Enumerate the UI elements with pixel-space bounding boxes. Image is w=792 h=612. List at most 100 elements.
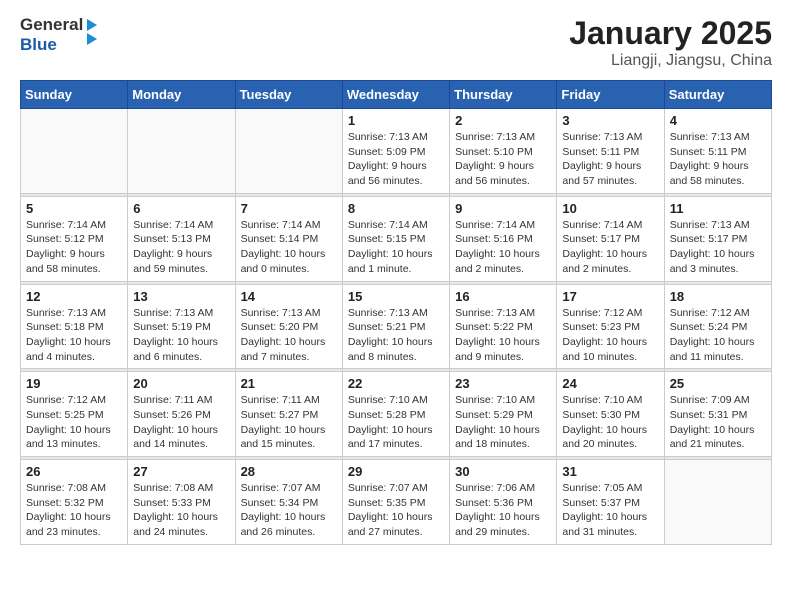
day-info: Sunrise: 7:14 AMSunset: 5:14 PMDaylight:… (241, 218, 337, 277)
table-row: 25 Sunrise: 7:09 AMSunset: 5:31 PMDayligh… (664, 372, 771, 457)
day-info: Sunrise: 7:13 AMSunset: 5:09 PMDaylight:… (348, 130, 444, 189)
day-number: 28 (241, 464, 337, 479)
day-number: 7 (241, 201, 337, 216)
day-info: Sunrise: 7:12 AMSunset: 5:23 PMDaylight:… (562, 306, 658, 365)
calendar-header-row: Sunday Monday Tuesday Wednesday Thursday… (21, 81, 772, 109)
day-number: 23 (455, 376, 551, 391)
day-info: Sunrise: 7:14 AMSunset: 5:15 PMDaylight:… (348, 218, 444, 277)
table-row: 24 Sunrise: 7:10 AMSunset: 5:30 PMDayligh… (557, 372, 664, 457)
title-section: January 2025 Liangji, Jiangsu, China (569, 15, 772, 70)
calendar-week-row: 1 Sunrise: 7:13 AMSunset: 5:09 PMDaylight… (21, 109, 772, 194)
day-number: 22 (348, 376, 444, 391)
day-number: 10 (562, 201, 658, 216)
day-number: 6 (133, 201, 229, 216)
table-row: 29 Sunrise: 7:07 AMSunset: 5:35 PMDayligh… (342, 460, 449, 545)
day-info: Sunrise: 7:11 AMSunset: 5:26 PMDaylight:… (133, 393, 229, 452)
day-info: Sunrise: 7:13 AMSunset: 5:17 PMDaylight:… (670, 218, 766, 277)
table-row (235, 109, 342, 194)
page-container: General Blue January 2025 Liangji, Jiang… (0, 0, 792, 560)
table-row: 26 Sunrise: 7:08 AMSunset: 5:32 PMDayligh… (21, 460, 128, 545)
logo-text-blue: Blue (20, 35, 57, 54)
table-row: 27 Sunrise: 7:08 AMSunset: 5:33 PMDayligh… (128, 460, 235, 545)
table-row: 3 Sunrise: 7:13 AMSunset: 5:11 PMDaylight… (557, 109, 664, 194)
day-number: 13 (133, 289, 229, 304)
day-number: 8 (348, 201, 444, 216)
table-row: 17Sunrise: 7:12 AMSunset: 5:23 PMDayligh… (557, 284, 664, 369)
table-row: 18Sunrise: 7:12 AMSunset: 5:24 PMDayligh… (664, 284, 771, 369)
table-row: 1 Sunrise: 7:13 AMSunset: 5:09 PMDaylight… (342, 109, 449, 194)
table-row: 12 Sunrise: 7:13 AMSunset: 5:18 PMDayligh… (21, 284, 128, 369)
day-info: Sunrise: 7:08 AMSunset: 5:32 PMDaylight:… (26, 481, 122, 540)
day-number: 24 (562, 376, 658, 391)
day-info: Sunrise: 7:13 AMSunset: 5:18 PMDaylight:… (26, 306, 122, 365)
day-info: Sunrise: 7:13 AMSunset: 5:20 PMDaylight:… (241, 306, 337, 365)
day-number: 12 (26, 289, 122, 304)
table-row: 14 Sunrise: 7:13 AMSunset: 5:20 PMDayligh… (235, 284, 342, 369)
table-row: 8 Sunrise: 7:14 AMSunset: 5:15 PMDaylight… (342, 196, 449, 281)
day-number: 25 (670, 376, 766, 391)
calendar-week-row: 19Sunrise: 7:12 AMSunset: 5:25 PMDayligh… (21, 372, 772, 457)
day-number: 29 (348, 464, 444, 479)
day-info: Sunrise: 7:13 AMSunset: 5:11 PMDaylight:… (562, 130, 658, 189)
day-info: Sunrise: 7:14 AMSunset: 5:12 PMDaylight:… (26, 218, 122, 277)
table-row: 5 Sunrise: 7:14 AMSunset: 5:12 PMDaylight… (21, 196, 128, 281)
table-row: 13 Sunrise: 7:13 AMSunset: 5:19 PMDayligh… (128, 284, 235, 369)
day-number: 5 (26, 201, 122, 216)
calendar-title: January 2025 (569, 15, 772, 52)
day-info: Sunrise: 7:08 AMSunset: 5:33 PMDaylight:… (133, 481, 229, 540)
table-row: 11 Sunrise: 7:13 AMSunset: 5:17 PMDayligh… (664, 196, 771, 281)
table-row (21, 109, 128, 194)
day-info: Sunrise: 7:12 AMSunset: 5:25 PMDaylight:… (26, 393, 122, 452)
day-number: 11 (670, 201, 766, 216)
logo: General Blue (20, 15, 97, 54)
day-info: Sunrise: 7:11 AMSunset: 5:27 PMDaylight:… (241, 393, 337, 452)
col-sunday: Sunday (21, 81, 128, 109)
table-row: 4 Sunrise: 7:13 AMSunset: 5:11 PMDaylight… (664, 109, 771, 194)
table-row: 20Sunrise: 7:11 AMSunset: 5:26 PMDayligh… (128, 372, 235, 457)
day-info: Sunrise: 7:10 AMSunset: 5:30 PMDaylight:… (562, 393, 658, 452)
table-row: 28 Sunrise: 7:07 AMSunset: 5:34 PMDayligh… (235, 460, 342, 545)
table-row: 2Sunrise: 7:13 AMSunset: 5:10 PMDaylight… (450, 109, 557, 194)
day-info: Sunrise: 7:13 AMSunset: 5:22 PMDaylight:… (455, 306, 551, 365)
day-number: 4 (670, 113, 766, 128)
day-info: Sunrise: 7:14 AMSunset: 5:13 PMDaylight:… (133, 218, 229, 277)
col-monday: Monday (128, 81, 235, 109)
day-number: 1 (348, 113, 444, 128)
day-number: 30 (455, 464, 551, 479)
table-row: 7 Sunrise: 7:14 AMSunset: 5:14 PMDaylight… (235, 196, 342, 281)
day-number: 26 (26, 464, 122, 479)
day-number: 14 (241, 289, 337, 304)
logo-text-general: General (20, 15, 83, 34)
calendar-subtitle: Liangji, Jiangsu, China (569, 52, 772, 70)
col-friday: Friday (557, 81, 664, 109)
day-number: 3 (562, 113, 658, 128)
col-thursday: Thursday (450, 81, 557, 109)
day-info: Sunrise: 7:13 AMSunset: 5:19 PMDaylight:… (133, 306, 229, 365)
day-info: Sunrise: 7:07 AMSunset: 5:34 PMDaylight:… (241, 481, 337, 540)
calendar-week-row: 5 Sunrise: 7:14 AMSunset: 5:12 PMDaylight… (21, 196, 772, 281)
day-number: 27 (133, 464, 229, 479)
day-number: 9 (455, 201, 551, 216)
col-saturday: Saturday (664, 81, 771, 109)
table-row: 16 Sunrise: 7:13 AMSunset: 5:22 PMDayligh… (450, 284, 557, 369)
table-row: 23 Sunrise: 7:10 AMSunset: 5:29 PMDayligh… (450, 372, 557, 457)
day-info: Sunrise: 7:12 AMSunset: 5:24 PMDaylight:… (670, 306, 766, 365)
day-info: Sunrise: 7:13 AMSunset: 5:21 PMDaylight:… (348, 306, 444, 365)
day-info: Sunrise: 7:10 AMSunset: 5:29 PMDaylight:… (455, 393, 551, 452)
day-number: 21 (241, 376, 337, 391)
col-tuesday: Tuesday (235, 81, 342, 109)
day-info: Sunrise: 7:13 AMSunset: 5:11 PMDaylight:… (670, 130, 766, 189)
table-row: 30Sunrise: 7:06 AMSunset: 5:36 PMDayligh… (450, 460, 557, 545)
day-number: 2 (455, 113, 551, 128)
table-row: 15Sunrise: 7:13 AMSunset: 5:21 PMDayligh… (342, 284, 449, 369)
day-info: Sunrise: 7:05 AMSunset: 5:37 PMDaylight:… (562, 481, 658, 540)
day-number: 16 (455, 289, 551, 304)
page-header: General Blue January 2025 Liangji, Jiang… (20, 15, 772, 70)
table-row: 21 Sunrise: 7:11 AMSunset: 5:27 PMDayligh… (235, 372, 342, 457)
col-wednesday: Wednesday (342, 81, 449, 109)
day-info: Sunrise: 7:07 AMSunset: 5:35 PMDaylight:… (348, 481, 444, 540)
table-row: 6 Sunrise: 7:14 AMSunset: 5:13 PMDaylight… (128, 196, 235, 281)
table-row: 22Sunrise: 7:10 AMSunset: 5:28 PMDayligh… (342, 372, 449, 457)
day-info: Sunrise: 7:09 AMSunset: 5:31 PMDaylight:… (670, 393, 766, 452)
calendar-week-row: 26 Sunrise: 7:08 AMSunset: 5:32 PMDayligh… (21, 460, 772, 545)
